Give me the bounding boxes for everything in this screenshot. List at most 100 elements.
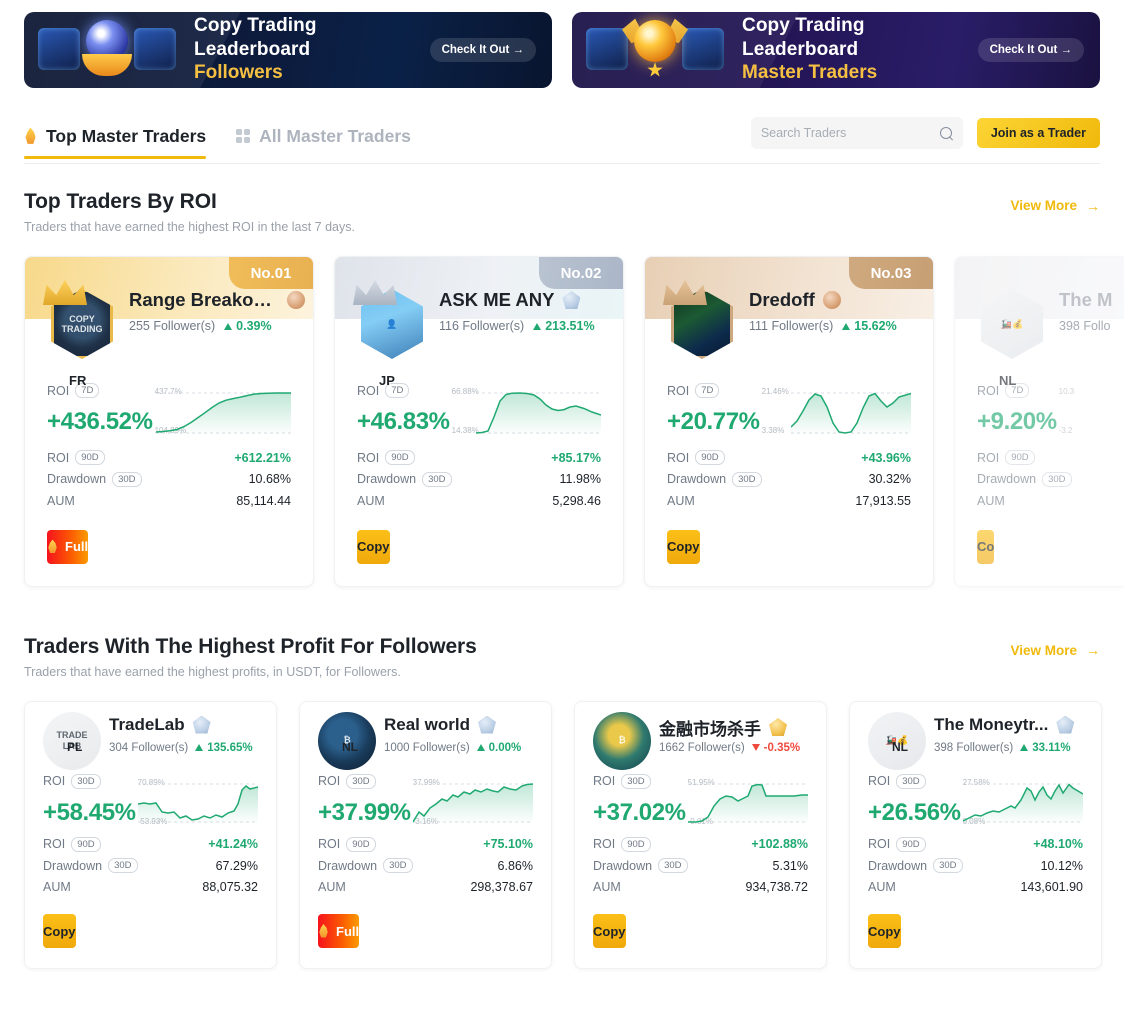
sparkline-low-label: 14.38%	[451, 426, 479, 435]
stat-key: AUM	[318, 880, 346, 895]
roi-value: +46.83%	[357, 408, 450, 435]
join-as-trader-button[interactable]: Join as a Trader	[976, 118, 1100, 148]
trader-card[interactable]: 🚂💰 NL The Moneytr... 398 Follower(s) 33.…	[849, 700, 1102, 969]
trader-name: Real world	[384, 714, 470, 734]
avatar[interactable]: ₿	[591, 710, 655, 772]
copy-trader-button[interactable]: Copy	[593, 914, 626, 948]
followers-count: 304 Follower(s)	[109, 741, 189, 754]
drawdown-label: Drawdown	[318, 858, 378, 873]
follower-delta: 0.00%	[476, 742, 521, 754]
cta-label: Co	[977, 539, 995, 554]
search-icon[interactable]	[939, 126, 953, 140]
country-code: PL	[67, 739, 83, 754]
period-pill: 30D	[112, 471, 142, 487]
tab-all-master-traders[interactable]: All Master Traders	[236, 114, 411, 158]
triangle-up-icon	[1020, 744, 1029, 751]
avatar[interactable]: 🚂💰	[977, 279, 1049, 359]
stat-aum: AUM 17,913.55	[667, 490, 911, 512]
follower-delta: 213.51%	[533, 319, 595, 333]
avatar[interactable]	[663, 279, 739, 359]
promo-banner-row: Copy Trading Leaderboard Followers Check…	[24, 0, 1100, 88]
stat-aum: AUM 143,601.90	[868, 877, 1083, 899]
roi-label-group: ROI 7D	[47, 383, 153, 398]
stat-roi-90d: ROI 90D +43.96%	[667, 447, 911, 469]
avatar[interactable]: COPY TRADING	[43, 279, 119, 359]
roi-label: ROI	[868, 837, 891, 852]
copy-trader-button[interactable]: Full	[318, 914, 360, 948]
section-subtitle: Traders that have earned the highest ROI…	[24, 220, 355, 234]
section-header-highest-profit: Traders With The Highest Profit For Foll…	[24, 635, 1100, 679]
cta-label: Copy	[667, 539, 700, 554]
roi-sparkline: 51.95% -0.01%	[688, 774, 808, 828]
roi-primary-left: ROI 7D +46.83%	[357, 383, 450, 436]
bronze-medal-icon	[287, 291, 305, 309]
roi-label-group: ROI 7D	[977, 383, 1057, 398]
roi-primary-block: ROI 7D +20.77% 21.46% 3.38%	[645, 369, 933, 437]
copy-trader-button[interactable]: Copy	[868, 914, 901, 948]
copy-trader-button[interactable]: Copy	[667, 529, 700, 564]
trader-stats: ROI 90D +85.17% Drawdown 30D 11.98% AUM …	[335, 437, 623, 512]
trader-stats: ROI 90D +612.21% Drawdown 30D 10.68% AUM…	[25, 437, 313, 512]
copy-trader-button[interactable]: Copy	[357, 529, 390, 564]
stat-drawdown-30d: Drawdown 30D 11.98%	[357, 469, 601, 491]
trophy-bowl-icon	[82, 54, 132, 76]
trader-card-partial[interactable]: 🚂💰 NL The M 398 Follo ROI 7D +9.20% 10.3…	[954, 256, 1124, 587]
stat-key: AUM	[43, 880, 71, 895]
trader-card[interactable]: No.02 👤 JP ASK ME ANY 116 Follower(s) 21…	[334, 256, 624, 587]
roi-period-pill: 30D	[71, 773, 101, 789]
tab-top-master-traders[interactable]: Top Master Traders	[24, 114, 207, 159]
page-title: Top Traders By ROI	[24, 190, 217, 213]
stat-key: AUM	[357, 493, 385, 508]
flame-icon	[25, 127, 36, 144]
roi-label: ROI	[357, 383, 380, 398]
stat-key: ROI 90D	[593, 836, 651, 852]
follower-delta: 33.11%	[1020, 742, 1071, 754]
followers-count: 1662 Follower(s)	[659, 741, 745, 754]
trader-name-line: ASK ME ANY	[439, 289, 581, 311]
diamond-medal-icon	[192, 715, 211, 734]
roi-primary-block: ROI 30D +37.99% 37.99% -3.16%	[300, 768, 551, 828]
highest-profit-card-list: TRADE LAB PL TradeLab 304 Follower(s) 135…	[24, 700, 1102, 969]
banner-master-cta[interactable]: Check It Out →	[977, 38, 1084, 62]
banner-followers[interactable]: Copy Trading Leaderboard Followers Check…	[24, 12, 552, 88]
stat-key: AUM	[868, 880, 896, 895]
period-pill: 30D	[108, 858, 138, 874]
trader-card[interactable]: ₿ 金融市场杀手 1662 Follower(s) -0.35% ROI 30D…	[574, 700, 827, 969]
copy-trader-button[interactable]: Full	[47, 529, 89, 564]
trader-card[interactable]: No.01 COPY TRADING FR Range Breakou... 25…	[24, 256, 314, 587]
followers-count: 398 Follo	[1059, 319, 1111, 333]
copy-trader-button[interactable]: Copy	[43, 914, 76, 948]
roi-period-pill: 7D	[695, 383, 720, 398]
stat-drawdown-30d: Drawdown 30D 10.12%	[868, 855, 1083, 877]
stat-value: +43.96%	[861, 450, 911, 465]
trader-followers-line: 304 Follower(s) 135.65%	[109, 742, 253, 754]
trader-card[interactable]: No.03 Dredoff 111 Follower(s) 15.62% ROI…	[644, 256, 934, 587]
stat-value: +85.17%	[551, 450, 601, 465]
delta-value: -0.35%	[763, 741, 801, 754]
trader-name-line: Dredoff	[749, 289, 841, 311]
avatar[interactable]: 👤	[353, 279, 429, 359]
view-more-top-roi[interactable]: View More →	[1010, 190, 1100, 213]
sparkline-svg	[138, 783, 258, 824]
search-traders-box[interactable]	[750, 117, 963, 149]
search-input[interactable]	[760, 126, 934, 140]
banner-followers-cta[interactable]: Check It Out →	[429, 38, 536, 62]
roi-primary-left: ROI 7D +436.52%	[47, 383, 153, 436]
stat-roi-90d: ROI 90D +102.88%	[593, 834, 808, 856]
stat-key: ROI 90D	[667, 450, 725, 466]
cta-label: Copy	[868, 923, 901, 939]
roi-value: +37.99%	[318, 798, 411, 826]
trader-name: Range Breakou...	[129, 289, 279, 310]
stat-value: +41.24%	[208, 837, 258, 852]
trader-card[interactable]: ₿ NL Real world 1000 Follower(s) 0.00% R…	[299, 700, 552, 969]
banner-master-traders[interactable]: Copy Trading Leaderboard Master Traders …	[572, 12, 1100, 88]
trader-card[interactable]: TRADE LAB PL TradeLab 304 Follower(s) 135…	[24, 700, 277, 969]
triangle-up-icon	[476, 744, 485, 751]
diamond-medal-icon	[477, 715, 496, 734]
banner-title: Copy Trading Leaderboard	[742, 14, 865, 60]
trader-stats: ROI 90D +41.24% Drawdown 30D 67.29% AUM …	[25, 828, 276, 899]
copy-trading-page: Copy Trading Leaderboard Followers Check…	[0, 0, 1124, 1018]
view-more-highest-profit[interactable]: View More →	[1010, 635, 1100, 658]
trader-followers-line: 111 Follower(s) 15.62%	[749, 319, 897, 333]
copy-trader-button[interactable]: Co	[977, 529, 995, 564]
